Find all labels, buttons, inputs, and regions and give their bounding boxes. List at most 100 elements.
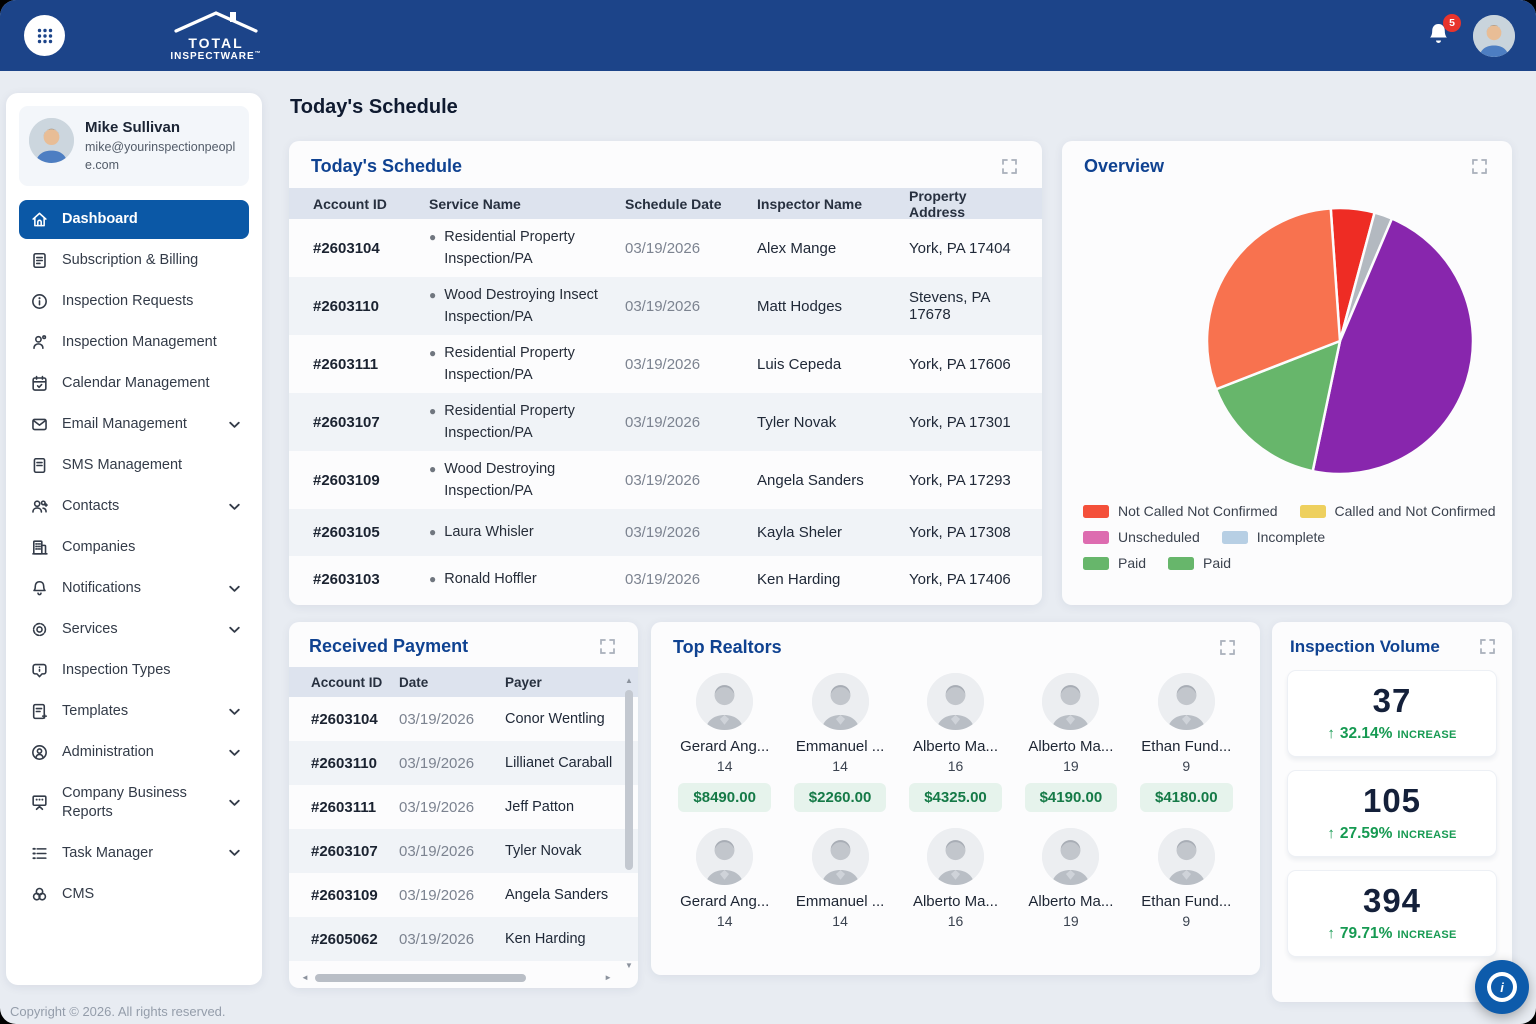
sidebar-item-label: Dashboard [62,210,238,229]
sidebar-item-sms-management[interactable]: SMS Management [19,446,249,485]
table-row[interactable]: #260310703/19/2026Tyler Novak [289,829,638,873]
sidebar-item-company-business-reports[interactable]: Company Business Reports [19,774,249,832]
sidebar-item-label: Administration [62,743,238,762]
card-title: Top Realtors [673,637,782,658]
table-row[interactable]: #260311103/19/2026Jeff Patton [289,785,638,829]
expand-button[interactable] [999,156,1020,177]
realtor-card[interactable]: Gerard Ang...14 [667,828,782,929]
sidebar-item-inspection-requests[interactable]: Inspection Requests [19,282,249,321]
schedule-date: 03/19/2026 [625,472,757,489]
legend-item-paid: Paid [1083,555,1146,571]
app-window: TOTAL INSPECTWARE™ 5 [0,0,1536,1024]
vertical-scrollbar[interactable]: ▲ ▼ [623,678,635,968]
sidebar-item-task-manager[interactable]: Task Manager [19,834,249,873]
sidebar-item-administration[interactable]: Administration [19,733,249,772]
sidebar-item-companies[interactable]: Companies [19,528,249,567]
table-row[interactable]: #2603111●Residential Property Inspection… [289,335,1042,393]
realtor-avatar [696,673,753,730]
sidebar-item-label: Notifications [62,579,238,598]
realtor-count: 16 [948,913,964,929]
property-address: York, PA 17606 [909,356,1018,373]
account-id: #2603103 [313,571,429,588]
table-row[interactable]: #2603109●Wood Destroying Inspection/PA03… [289,451,1042,509]
expand-button[interactable] [1477,636,1498,657]
payment-date: 03/19/2026 [399,843,505,860]
sidebar-item-dashboard[interactable]: Dashboard [19,200,249,239]
card-title: Overview [1084,156,1164,177]
property-address: York, PA 17293 [909,472,1018,489]
horizontal-scroll-thumb[interactable] [315,974,526,982]
table-row[interactable]: #260311003/19/2026Lillianet Caraball [289,741,638,785]
scroll-right-icon[interactable]: ► [604,973,612,982]
vertical-scroll-thumb[interactable] [625,690,633,870]
scroll-left-icon[interactable]: ◄ [301,973,309,982]
property-address: York, PA 17301 [909,414,1018,431]
scroll-down-icon[interactable]: ▼ [625,961,633,970]
chevron-down-icon [229,626,240,633]
sidebar-item-notifications[interactable]: Notifications [19,569,249,608]
payer-name: Jeff Patton [505,799,628,815]
realtor-card[interactable]: Alberto Ma... 16 [898,828,1013,929]
cms-icon [30,885,49,904]
legend-item-not-called-not-confirmed: Not Called Not Confirmed [1083,503,1278,519]
table-row[interactable]: #260506203/19/2026Ken Harding [289,917,638,961]
sidebar-item-templates[interactable]: Templates [19,692,249,731]
logo-text-1: TOTAL [163,35,269,51]
sidebar-item-email-management[interactable]: Email Management [19,405,249,444]
copyright-text: Copyright © 2026. All rights reserved. [10,1004,226,1019]
table-row[interactable]: #260310903/19/2026Angela Sanders [289,873,638,917]
realtor-card[interactable]: Alberto Ma...19$4190.00 [1013,673,1128,812]
user-avatar[interactable] [1473,15,1515,57]
profile-avatar [29,118,74,163]
sidebar-item-inspection-types[interactable]: Inspection Types [19,651,249,690]
account-id: #2603111 [311,799,399,816]
property-address: York, PA 17406 [909,571,1018,588]
inspector-name: Tyler Novak [757,414,909,431]
gear-icon [30,620,49,639]
sidebar: Mike Sullivan mike@yourinspectionpeople.… [6,93,262,985]
legend-item-incomplete: Incomplete [1222,529,1325,545]
realtor-card[interactable]: Gerard Ang...14$8490.00 [667,673,782,812]
sidebar-item-subscription-billing[interactable]: Subscription & Billing [19,241,249,280]
legend-row: Not Called Not Confirmed Called and Not C… [1083,503,1496,519]
table-row[interactable]: #2603110●Wood Destroying Insect Inspecti… [289,277,1042,335]
realtor-avatar [1158,673,1215,730]
apps-grid-button[interactable] [24,15,65,56]
building-icon [30,538,49,557]
chevron-down-icon [229,850,240,857]
admin-icon [30,743,49,762]
realtor-card[interactable]: Emmanuel ...14 [782,828,897,929]
notifications-bell-button[interactable]: 5 [1426,21,1452,51]
legend-item-unscheduled: Unscheduled [1083,529,1200,545]
horizontal-scrollbar[interactable]: ◄ ► [301,972,612,984]
table-row[interactable]: #2603107●Residential Property Inspection… [289,393,1042,451]
expand-button[interactable] [1217,637,1238,658]
account-id: #2603109 [311,887,399,904]
column-header: Account ID [313,196,429,212]
sidebar-item-contacts[interactable]: Contacts [19,487,249,526]
table-row[interactable]: #2603105●Laura Whisler03/19/2026Kayla Sh… [289,509,1042,556]
realtor-name: Alberto Ma... [913,893,998,910]
realtor-card[interactable]: Ethan Fund...9 [1129,828,1244,929]
info-fab-button[interactable]: i [1475,960,1529,1014]
bullet-icon: ● [429,521,436,543]
realtor-card[interactable]: Alberto Ma...16$4325.00 [898,673,1013,812]
payment-date: 03/19/2026 [399,755,505,772]
table-row[interactable]: #2603103●Ronald Hoffler03/19/2026Ken Har… [289,556,1042,603]
table-row[interactable]: #260310403/19/2026Conor Wentling [289,697,638,741]
sidebar-item-calendar-management[interactable]: Calendar Management [19,364,249,403]
sidebar-item-services[interactable]: Services [19,610,249,649]
sidebar-item-cms[interactable]: CMS [19,875,249,914]
table-row[interactable]: #2603104●Residential Property Inspection… [289,219,1042,277]
sidebar-nav: DashboardSubscription & BillingInspectio… [6,196,262,920]
legend-item-called-and-not-confirmed: Called and Not Confirmed [1300,503,1496,519]
scroll-up-icon[interactable]: ▲ [625,676,633,685]
expand-button[interactable] [597,636,618,657]
sidebar-item-inspection-management[interactable]: Inspection Management [19,323,249,362]
expand-button[interactable] [1469,156,1490,177]
property-address: York, PA 17308 [909,524,1018,541]
overview-pie-chart [1062,185,1512,490]
realtor-card[interactable]: Emmanuel ...14$2260.00 [782,673,897,812]
realtor-card[interactable]: Alberto Ma...19 [1013,828,1128,929]
realtor-card[interactable]: Ethan Fund...9$4180.00 [1129,673,1244,812]
